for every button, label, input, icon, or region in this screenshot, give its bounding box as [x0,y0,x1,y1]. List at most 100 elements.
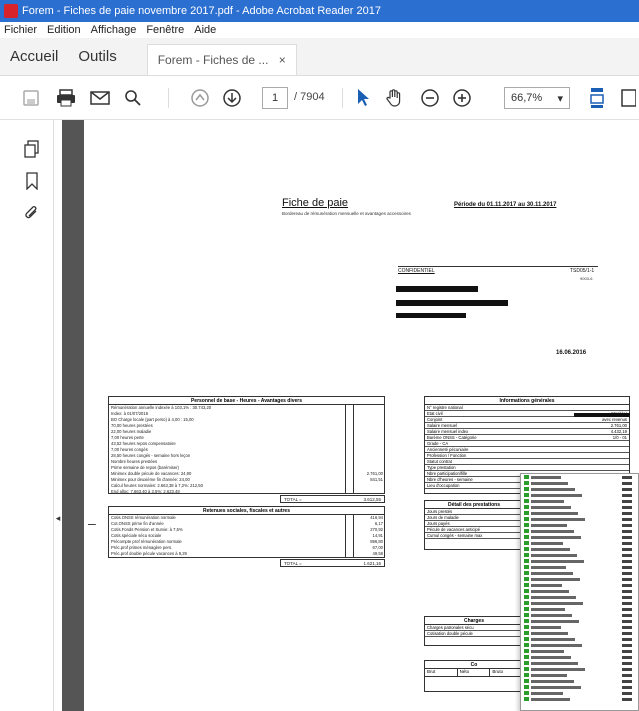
list-item-value [622,559,632,563]
list-item-value [622,571,632,575]
status-marker [524,637,529,641]
list-item-value [622,475,632,479]
status-marker [524,517,529,521]
tab-outils[interactable]: Outils [68,38,126,75]
list-item-value [622,517,632,521]
status-marker [524,571,529,575]
acrobat-icon [4,4,18,18]
select-cursor-icon[interactable] [356,86,372,110]
deductions-table: Retenues sociales, fiscales et autres Co… [108,506,385,558]
info-label: Lieu d'occupation [427,483,460,488]
zoom-level-select[interactable]: 66,7% ▾ [504,87,570,109]
list-item-text [531,625,561,629]
confidential-sub: 9003-6 [580,276,593,281]
list-item-text [531,685,581,689]
page-thumbnails-icon[interactable] [24,140,40,163]
status-marker [524,697,529,701]
zoom-in-icon[interactable] [452,86,472,110]
detail-header: Détail des prestations [425,501,523,509]
info-label: Type prestation [427,465,456,470]
list-item-value [622,679,632,683]
charges-header: Charges [425,617,523,625]
tab-accueil[interactable]: Accueil [0,38,68,75]
email-icon[interactable] [90,86,110,110]
info-label: Statut contrat [427,459,452,464]
tab-document[interactable]: Forem - Fiches de ... × [146,44,297,75]
info-value: 1/0 - 01 [612,435,627,440]
status-marker [524,673,529,677]
status-marker [524,601,529,605]
base-pay-table-header: Personnel de base - Heures - Avantages d… [109,397,384,405]
fit-page-icon[interactable] [588,86,606,110]
info-value: avec revenus [602,417,627,422]
info-label: Salaire mensuel [427,423,458,428]
list-item-value [622,631,632,635]
status-marker [524,607,529,611]
zoom-out-icon[interactable] [420,86,440,110]
list-item-text [531,547,570,551]
info-label: Barème ONSS - Catégorie [427,435,477,440]
list-item-text [531,673,567,677]
status-marker [524,661,529,665]
menu-affichage[interactable]: Affichage [91,24,137,36]
list-item-text [531,523,567,527]
attachment-icon[interactable] [24,204,40,227]
next-page-icon[interactable] [222,86,242,110]
status-marker [524,535,529,539]
status-marker [524,553,529,557]
print-icon[interactable] [56,86,76,110]
list-item-text [531,541,563,545]
row-label: Préc.prof double pécule vacances à 9,29 [111,551,187,556]
collapse-pane-icon[interactable]: ◂ [54,510,62,526]
base-pay-total: TOTAL = 3.612,55 [280,495,385,503]
base-pay-total-value: 3.612,55 [363,496,381,502]
info-value: 4.432,19 [610,429,627,434]
document-subtitle: Bordereau de rémunération mensuelle et a… [282,211,411,216]
info-label: N° registre national [427,405,463,410]
bookmark-icon[interactable] [25,172,39,195]
list-item-value [622,595,632,599]
prev-page-icon[interactable] [190,86,210,110]
menu-aide[interactable]: Aide [194,24,216,36]
page-number-input[interactable]: 1 [262,87,288,109]
list-item-value [622,649,632,653]
save-icon[interactable] [22,86,40,110]
list-item-value [622,697,632,701]
list-item-text [531,481,568,485]
list-item-text [531,583,562,587]
status-marker [524,589,529,593]
list-item-value [622,655,632,659]
redaction-bar [396,300,508,306]
table-row: Cotisation double pécule [425,631,523,637]
hand-tool-icon[interactable] [384,86,404,110]
status-marker [524,493,529,497]
status-marker [524,577,529,581]
list-item-text [531,517,585,521]
list-item-text [531,529,574,533]
info-label: Grade - CA [427,441,449,446]
info-label: Ancienneté pécuniaire [427,447,469,452]
list-item-text [531,535,581,539]
list-item[interactable] [521,696,638,702]
redaction-bar [396,313,466,318]
document-period: Période du 01.11.2017 au 30.11.2017 [454,202,557,208]
menu-fichier[interactable]: Fichier [4,24,37,36]
list-item-text [531,553,577,557]
list-item-text [531,649,564,653]
confidential-number: TSD05/1-1 [570,268,595,274]
base-pay-table: Personnel de base - Heures - Avantages d… [108,396,385,494]
page-layout-icon[interactable] [620,86,636,110]
list-preview-popup[interactable] [520,473,639,711]
list-item-text [531,589,569,593]
toolbar: 1 / 7904 66,7% ▾ [0,76,639,120]
menu-edition[interactable]: Edition [47,24,81,36]
status-marker [524,583,529,587]
zoom-level-value: 66,7% [511,92,543,104]
status-marker [524,595,529,599]
info-label: Nbre d'heures - semaine [427,477,473,482]
status-marker [524,499,529,503]
close-tab-icon[interactable]: × [279,53,286,67]
list-item-value [622,661,632,665]
menu-fenetre[interactable]: Fenêtre [146,24,184,36]
search-icon[interactable] [124,86,142,110]
